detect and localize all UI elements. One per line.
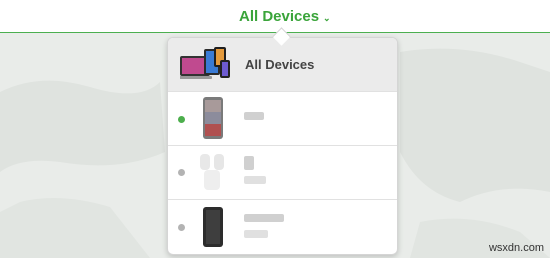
phone-icon (203, 97, 223, 139)
watermark: wsxdn.com (488, 242, 544, 254)
chevron-down-icon: ⌄ (323, 12, 331, 23)
earbuds-icon (200, 154, 224, 190)
offline-status-dot (178, 169, 185, 176)
offline-status-dot (178, 224, 185, 231)
top-bar: All Devices ⌄ (0, 0, 550, 33)
device-dropdown: All Devices (167, 37, 398, 255)
device-item[interactable] (168, 146, 397, 200)
device-item[interactable] (168, 200, 397, 254)
device-name-redacted (244, 156, 254, 170)
device-name-redacted (244, 214, 284, 222)
online-status-dot (178, 116, 185, 123)
all-devices-item[interactable]: All Devices (168, 38, 397, 92)
phone-icon (203, 207, 223, 247)
device-name-redacted (244, 112, 264, 120)
all-devices-label: All Devices (245, 57, 315, 72)
device-status-redacted (244, 176, 266, 184)
page-title: All Devices (239, 8, 320, 25)
all-devices-menu-toggle[interactable]: All Devices ⌄ (239, 8, 331, 26)
device-item[interactable] (168, 92, 397, 146)
all-devices-icon (180, 47, 230, 79)
device-status-redacted (244, 230, 268, 238)
